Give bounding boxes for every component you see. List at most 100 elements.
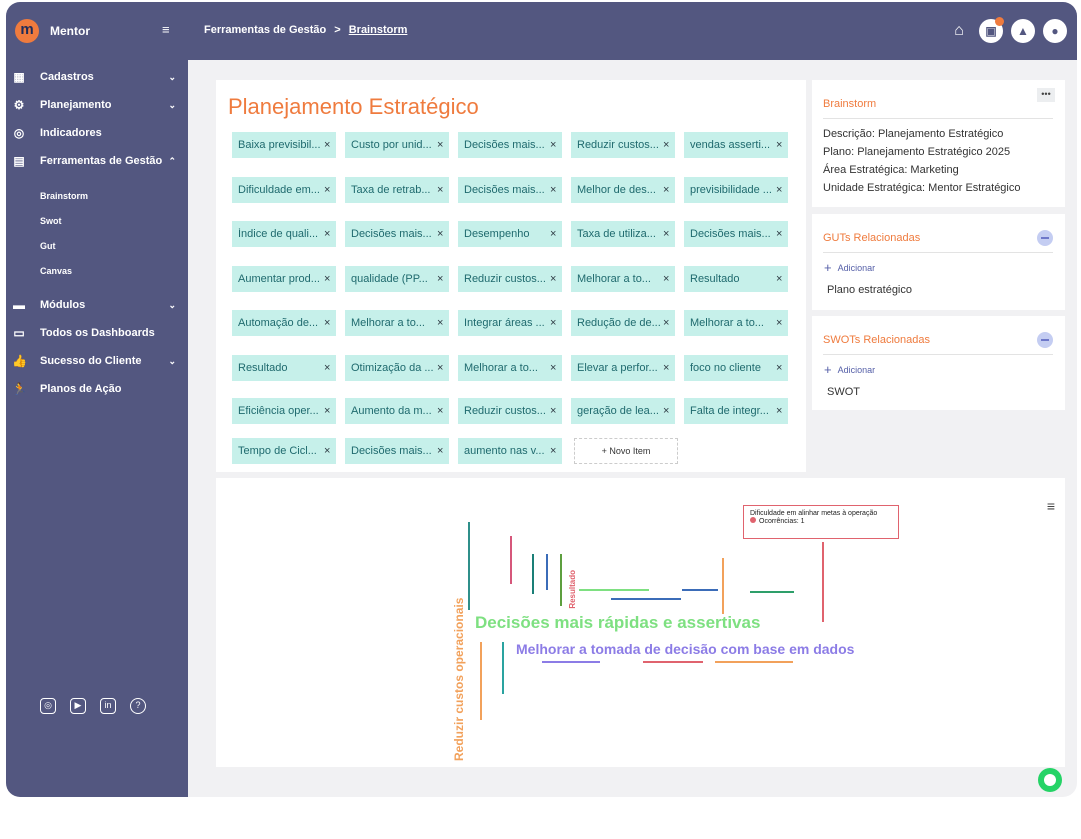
- chip-item[interactable]: Índice de quali... ×: [232, 221, 336, 247]
- whatsapp-icon[interactable]: [1038, 768, 1062, 792]
- chip-item[interactable]: previsibilidade ... ×: [684, 177, 788, 203]
- chip-remove-icon[interactable]: ×: [324, 405, 336, 417]
- chip-remove-icon[interactable]: ×: [550, 228, 562, 240]
- chip-item[interactable]: Tempo de Cicl... ×: [232, 438, 336, 464]
- chip-remove-icon[interactable]: ×: [324, 273, 336, 285]
- chip-remove-icon[interactable]: ×: [324, 228, 336, 240]
- chip-item[interactable]: Decisões mais... ×: [458, 132, 562, 158]
- instagram-icon[interactable]: ◎: [40, 698, 56, 714]
- chip-remove-icon[interactable]: ×: [663, 273, 675, 285]
- chip-remove-icon[interactable]: ×: [776, 405, 788, 417]
- inbox-icon[interactable]: ▣: [979, 17, 1004, 43]
- breadcrumb-section[interactable]: Ferramentas de Gestão: [204, 24, 326, 36]
- chip-item[interactable]: qualidade (PP... ×: [345, 266, 449, 292]
- chip-remove-icon[interactable]: ×: [550, 317, 562, 329]
- sidebar-item-dashboards[interactable]: ▭ Todos os Dashboards: [6, 322, 188, 344]
- chip-remove-icon[interactable]: ×: [776, 317, 788, 329]
- chip-remove-icon[interactable]: ×: [437, 273, 449, 285]
- chip-item[interactable]: Eficiência oper... ×: [232, 398, 336, 424]
- word-reduzir[interactable]: Reduzir custos operacionais: [452, 591, 466, 761]
- more-options-icon[interactable]: •••: [1037, 88, 1055, 102]
- linkedin-icon[interactable]: in: [100, 698, 116, 714]
- chip-item[interactable]: Falta de integr... ×: [684, 398, 788, 424]
- word-melhorar[interactable]: Melhorar a tomada de decisão com base em…: [516, 641, 854, 657]
- chip-item[interactable]: Reduzir custos... ×: [571, 132, 675, 158]
- chip-remove-icon[interactable]: ×: [437, 405, 449, 417]
- chip-remove-icon[interactable]: ×: [550, 273, 562, 285]
- word-resultado[interactable]: Resultado: [568, 570, 577, 609]
- chip-item[interactable]: Resultado ×: [232, 355, 336, 381]
- chip-remove-icon[interactable]: ×: [550, 405, 562, 417]
- chip-remove-icon[interactable]: ×: [437, 228, 449, 240]
- sidebar-item-cadastros[interactable]: ▦ Cadastros ⌄: [6, 66, 188, 88]
- collapse-menu-icon[interactable]: ≡: [162, 22, 170, 37]
- chip-remove-icon[interactable]: ×: [776, 273, 788, 285]
- chip-remove-icon[interactable]: ×: [550, 139, 562, 151]
- chip-remove-icon[interactable]: ×: [663, 317, 675, 329]
- word-decisoes[interactable]: Decisões mais rápidas e assertivas: [475, 613, 760, 633]
- chip-remove-icon[interactable]: ×: [324, 184, 336, 196]
- chip-remove-icon[interactable]: ×: [663, 362, 675, 374]
- chip-remove-icon[interactable]: ×: [663, 184, 675, 196]
- chip-remove-icon[interactable]: ×: [776, 139, 788, 151]
- chip-item[interactable]: geração de lea... ×: [571, 398, 675, 424]
- chip-item[interactable]: Decisões mais... ×: [345, 438, 449, 464]
- chip-remove-icon[interactable]: ×: [663, 228, 675, 240]
- chip-item[interactable]: Otimização da ... ×: [345, 355, 449, 381]
- chip-remove-icon[interactable]: ×: [437, 445, 449, 457]
- gut-item[interactable]: Plano estratégico: [827, 284, 912, 296]
- chip-item[interactable]: Integrar áreas ... ×: [458, 310, 562, 336]
- chip-remove-icon[interactable]: ×: [324, 317, 336, 329]
- chip-item[interactable]: Reduzir custos... ×: [458, 398, 562, 424]
- chip-item[interactable]: Decisões mais... ×: [458, 177, 562, 203]
- chip-item[interactable]: Custo por unid... ×: [345, 132, 449, 158]
- breadcrumb-current[interactable]: Brainstorm: [349, 24, 408, 36]
- chip-remove-icon[interactable]: ×: [324, 139, 336, 151]
- collapse-swots-icon[interactable]: [1037, 332, 1053, 348]
- chip-item[interactable]: Melhorar a to... ×: [571, 266, 675, 292]
- sidebar-item-modulos[interactable]: ▬ Módulos ⌄: [6, 294, 188, 316]
- chip-item[interactable]: Dificuldade em... ×: [232, 177, 336, 203]
- chip-remove-icon[interactable]: ×: [437, 362, 449, 374]
- chip-remove-icon[interactable]: ×: [437, 317, 449, 329]
- chip-remove-icon[interactable]: ×: [776, 362, 788, 374]
- chip-remove-icon[interactable]: ×: [324, 445, 336, 457]
- chip-item[interactable]: Baixa previsibil... ×: [232, 132, 336, 158]
- home-icon[interactable]: ⌂: [947, 19, 971, 43]
- sidebar-item-planejamento[interactable]: ⚙ Planejamento ⌄: [6, 94, 188, 116]
- chip-item[interactable]: Reduzir custos... ×: [458, 266, 562, 292]
- chip-item[interactable]: Decisões mais... ×: [345, 221, 449, 247]
- sidebar-item-sucesso[interactable]: 👍 Sucesso do Cliente ⌄: [6, 350, 188, 372]
- chip-item[interactable]: Taxa de retrab... ×: [345, 177, 449, 203]
- chip-item[interactable]: Elevar a perfor... ×: [571, 355, 675, 381]
- chip-remove-icon[interactable]: ×: [550, 184, 562, 196]
- chip-item[interactable]: Redução de de... ×: [571, 310, 675, 336]
- chip-remove-icon[interactable]: ×: [663, 139, 675, 151]
- chip-item[interactable]: Automação de... ×: [232, 310, 336, 336]
- chip-item[interactable]: foco no cliente ×: [684, 355, 788, 381]
- chip-remove-icon[interactable]: ×: [776, 184, 788, 196]
- youtube-icon[interactable]: ▶: [70, 698, 86, 714]
- chip-remove-icon[interactable]: ×: [776, 228, 788, 240]
- sidebar-item-ferramentas[interactable]: ▤ Ferramentas de Gestão ⌃: [6, 150, 188, 172]
- chip-item[interactable]: Aumento da m... ×: [345, 398, 449, 424]
- chip-remove-icon[interactable]: ×: [437, 184, 449, 196]
- sidebar-subitem-canvas[interactable]: Canvas: [40, 266, 72, 276]
- chip-item[interactable]: Melhorar a to... ×: [458, 355, 562, 381]
- rocket-icon[interactable]: ▲: [1011, 19, 1035, 43]
- user-icon[interactable]: ●: [1043, 19, 1067, 43]
- help-icon[interactable]: ?: [130, 698, 146, 714]
- sidebar-subitem-swot[interactable]: Swot: [40, 216, 62, 226]
- chip-item[interactable]: Melhor de des... ×: [571, 177, 675, 203]
- chart-menu-icon[interactable]: ≡: [1047, 498, 1055, 514]
- sidebar-item-indicadores[interactable]: ◎ Indicadores: [6, 122, 188, 144]
- chip-remove-icon[interactable]: ×: [437, 139, 449, 151]
- chip-item[interactable]: Resultado ×: [684, 266, 788, 292]
- chip-remove-icon[interactable]: ×: [324, 362, 336, 374]
- add-gut-button[interactable]: + Adicionar: [824, 260, 875, 275]
- sidebar-subitem-gut[interactable]: Gut: [40, 241, 56, 251]
- chip-remove-icon[interactable]: ×: [663, 405, 675, 417]
- swot-item[interactable]: SWOT: [827, 386, 860, 398]
- chip-item[interactable]: aumento nas v... ×: [458, 438, 562, 464]
- sidebar-item-planos[interactable]: 🏃 Planos de Ação: [6, 378, 188, 400]
